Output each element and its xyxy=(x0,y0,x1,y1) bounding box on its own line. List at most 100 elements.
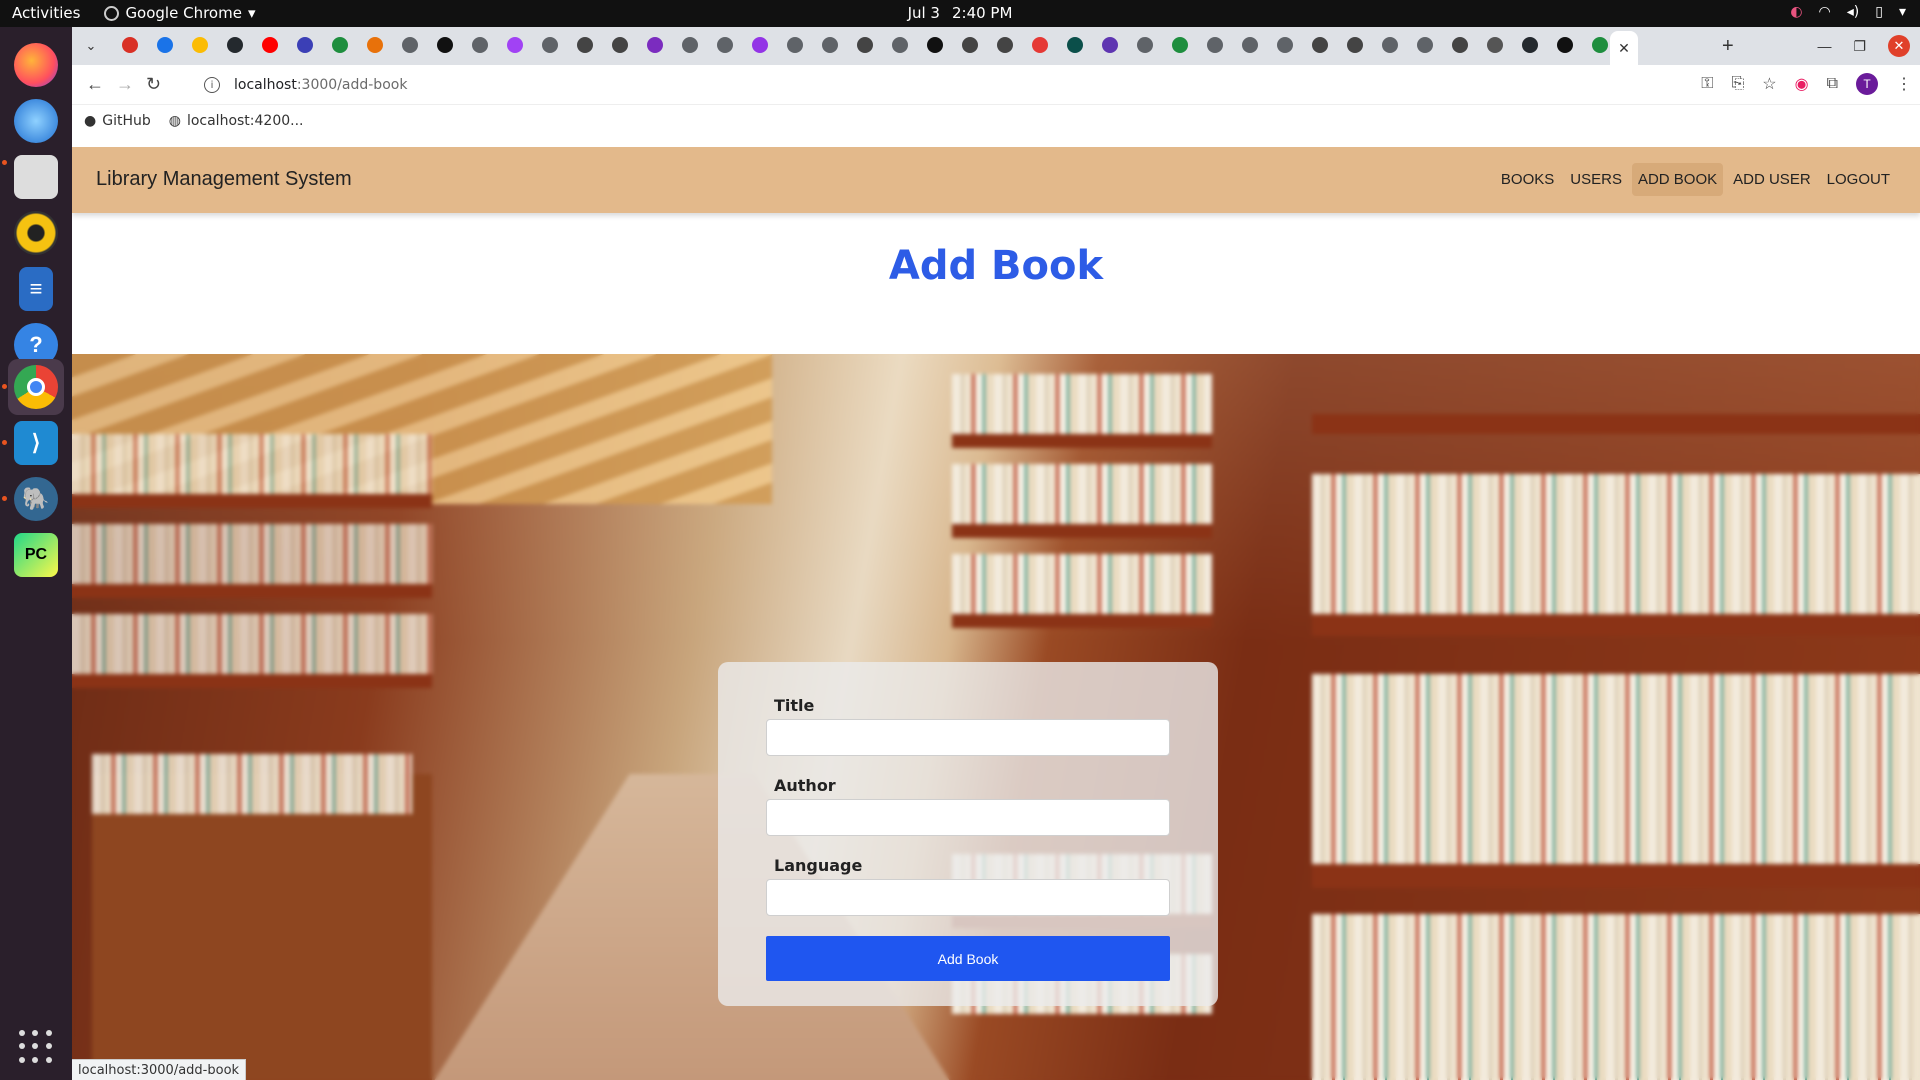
pinned-tab-favicon-icon[interactable] xyxy=(1442,37,1477,53)
pinned-tab-favicon-icon[interactable] xyxy=(882,37,917,53)
github-icon: ● xyxy=(84,113,97,129)
pinned-tab-favicon-icon[interactable] xyxy=(392,37,427,53)
app-menu[interactable]: Google Chrome ▾ xyxy=(104,4,255,22)
pinned-tab-favicon-icon[interactable] xyxy=(497,37,532,53)
dock-vscode[interactable]: ⟩ xyxy=(8,415,64,471)
pinned-tab-favicon-icon[interactable] xyxy=(427,37,462,53)
thunderbird-icon xyxy=(14,99,58,143)
pinned-tab-favicon-icon[interactable] xyxy=(287,37,322,53)
site-info-icon[interactable]: i xyxy=(204,77,220,93)
pinned-tab-favicon-icon[interactable] xyxy=(1407,37,1442,53)
pinned-tab-favicon-icon[interactable] xyxy=(672,37,707,53)
activities-button[interactable]: Activities xyxy=(12,4,80,22)
nav-add-book[interactable]: ADD BOOK xyxy=(1631,163,1724,196)
pgadmin-icon: 🐘 xyxy=(14,477,58,521)
reload-icon[interactable]: ↻ xyxy=(146,74,161,95)
chrome-menu-icon[interactable]: ⋮ xyxy=(1896,74,1912,94)
restore-icon[interactable]: ❐ xyxy=(1853,38,1866,55)
pinned-tab-favicon-icon[interactable] xyxy=(1477,37,1512,53)
pinned-tab-favicon-icon[interactable] xyxy=(1162,37,1197,53)
system-tray[interactable]: ◐ ◠ ◂) ▯ ▾ xyxy=(1790,4,1906,20)
pinned-tab-favicon-icon[interactable] xyxy=(1267,37,1302,53)
volume-icon: ◂) xyxy=(1846,4,1860,20)
pinned-tab-favicon-icon[interactable] xyxy=(217,37,252,53)
pinned-tab-favicon-icon[interactable] xyxy=(1092,37,1127,53)
nav-add-user[interactable]: ADD USER xyxy=(1727,163,1817,196)
pinned-tab-favicon-icon[interactable] xyxy=(777,37,812,53)
pinned-tab-favicon-icon[interactable] xyxy=(1022,37,1057,53)
pinned-tab-favicon-icon[interactable] xyxy=(1127,37,1162,53)
pinned-tab-favicon-icon[interactable] xyxy=(1302,37,1337,53)
url-host: localhost xyxy=(234,77,297,93)
new-tab-button[interactable]: + xyxy=(1722,35,1734,58)
dock-thunderbird[interactable] xyxy=(8,93,64,149)
page-viewport: Library Management System BOOKS USERS AD… xyxy=(72,147,1920,1080)
pinned-tab-favicon-icon[interactable] xyxy=(357,37,392,53)
pinned-tab-favicon-icon[interactable] xyxy=(182,37,217,53)
dock-firefox[interactable] xyxy=(8,37,64,93)
author-input[interactable] xyxy=(766,799,1170,836)
pinned-tab-favicon-icon[interactable] xyxy=(637,37,672,53)
running-indicator xyxy=(2,496,7,501)
show-apps-icon[interactable] xyxy=(19,1030,53,1064)
pinned-tab-favicon-icon[interactable] xyxy=(1197,37,1232,53)
pinned-tab-favicon-icon[interactable] xyxy=(1232,37,1267,53)
pinned-tab-favicon-icon[interactable] xyxy=(952,37,987,53)
tab-close-icon[interactable]: ✕ xyxy=(1618,40,1630,57)
language-input[interactable] xyxy=(766,879,1170,916)
pinned-tab-favicon-icon[interactable] xyxy=(1372,37,1407,53)
pinned-tab-favicon-icon[interactable] xyxy=(322,37,357,53)
colorpicker-tray-icon[interactable]: ◐ xyxy=(1790,4,1802,20)
nav-logout[interactable]: LOGOUT xyxy=(1821,163,1896,196)
dock: ≡ ? ⟩ 🐘 PC xyxy=(0,27,72,1080)
pinned-tab-favicon-icon[interactable] xyxy=(532,37,567,53)
password-key-icon[interactable]: ⚿ xyxy=(1701,75,1713,93)
tab-strip: ⌄ ✕ + — ❐ ✕ xyxy=(72,27,1920,65)
dock-pgadmin[interactable]: 🐘 xyxy=(8,471,64,527)
close-window-icon[interactable]: ✕ xyxy=(1888,35,1910,57)
bookmark-label: localhost:4200... xyxy=(186,113,304,129)
tab-search-icon[interactable]: ⌄ xyxy=(78,33,104,59)
add-book-button[interactable]: Add Book xyxy=(766,936,1170,981)
pinned-tab-favicon-icon[interactable] xyxy=(742,37,777,53)
pinned-tab-favicon-icon[interactable] xyxy=(602,37,637,53)
dock-pycharm[interactable]: PC xyxy=(8,527,64,583)
add-book-form: Title Author Language Add Book xyxy=(718,662,1218,1006)
clock[interactable]: Jul 3 2:40 PM xyxy=(908,4,1013,22)
nav-users[interactable]: USERS xyxy=(1564,163,1628,196)
dock-writer[interactable]: ≡ xyxy=(8,261,64,317)
pinned-tab-favicon-icon[interactable] xyxy=(812,37,847,53)
dock-rhythmbox[interactable] xyxy=(8,205,64,261)
brand-title[interactable]: Library Management System xyxy=(96,168,352,191)
minimize-icon[interactable]: — xyxy=(1817,38,1831,54)
pinned-tab-favicon-icon[interactable] xyxy=(917,37,952,53)
system-menu-caret-icon: ▾ xyxy=(1898,4,1906,20)
pinned-tab-favicon-icon[interactable] xyxy=(707,37,742,53)
pinned-tab-favicon-icon[interactable] xyxy=(1547,37,1582,53)
dock-files[interactable] xyxy=(8,149,64,205)
pinned-tab-favicon-icon[interactable] xyxy=(1337,37,1372,53)
forward-icon[interactable]: → xyxy=(116,74,134,95)
title-input[interactable] xyxy=(766,719,1170,756)
pinned-tab-favicon-icon[interactable] xyxy=(567,37,602,53)
pinned-tab-favicon-icon[interactable] xyxy=(1512,37,1547,53)
pinned-tab-favicon-icon[interactable] xyxy=(987,37,1022,53)
profile-avatar[interactable]: T xyxy=(1856,73,1878,95)
extension-color-icon[interactable]: ◉ xyxy=(1795,74,1809,94)
pinned-tab-favicon-icon[interactable] xyxy=(112,37,147,53)
bookmark-github[interactable]: ● GitHub xyxy=(84,113,151,129)
pinned-tab-favicon-icon[interactable] xyxy=(847,37,882,53)
dock-chrome[interactable] xyxy=(8,359,64,415)
active-tab[interactable]: ✕ xyxy=(1610,31,1638,65)
pinned-tab-favicon-icon[interactable] xyxy=(1057,37,1092,53)
install-app-icon[interactable]: ⎘ xyxy=(1731,75,1744,93)
pinned-tab-favicon-icon[interactable] xyxy=(147,37,182,53)
nav-books[interactable]: BOOKS xyxy=(1495,163,1560,196)
pinned-tab-favicon-icon[interactable] xyxy=(462,37,497,53)
pinned-tab-favicon-icon[interactable] xyxy=(252,37,287,53)
back-icon[interactable]: ← xyxy=(86,74,104,95)
address-bar[interactable]: i localhost:3000/add-book xyxy=(190,69,1710,101)
extensions-puzzle-icon[interactable]: ⧉ xyxy=(1827,75,1838,93)
bookmark-star-icon[interactable]: ☆ xyxy=(1762,74,1776,94)
bookmark-localhost[interactable]: ◍ localhost:4200... xyxy=(169,113,304,129)
